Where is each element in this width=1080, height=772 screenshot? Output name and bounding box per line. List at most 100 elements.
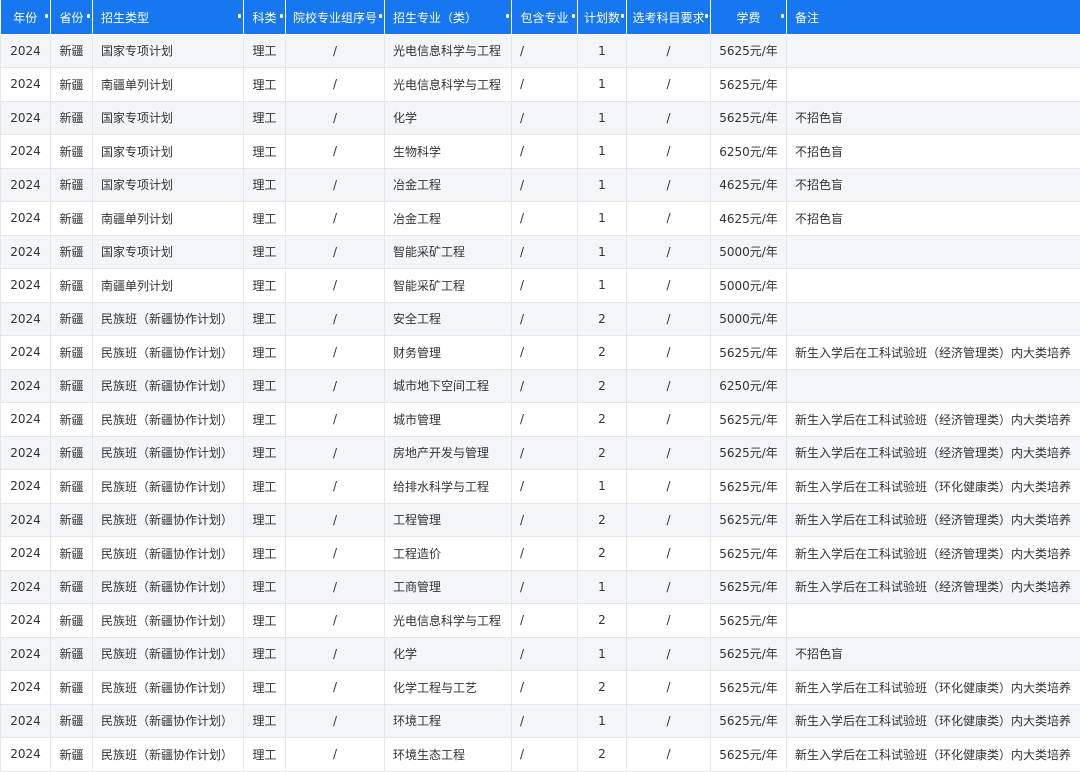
table-row[interactable]: 2024新疆民族班（新疆协作计划）理工/城市管理/2/5625元/年新生入学后在… — [1, 403, 1080, 437]
remarks-cell: 新生入学后在工科试验班（经济管理类）内大类培养 — [787, 537, 1080, 571]
subject-requirement-cell: / — [627, 302, 711, 336]
major-cell: 冶金工程 — [385, 202, 512, 236]
column-header-plan-count[interactable]: 计划数 — [578, 0, 627, 34]
table-row[interactable]: 2024新疆民族班（新疆协作计划）理工/工程管理/2/5625元/年新生入学后在… — [1, 503, 1080, 537]
enrollment-type-cell: 国家专项计划 — [93, 101, 244, 135]
subject-category-cell: 理工 — [244, 369, 286, 403]
plan-count-cell: 2 — [578, 503, 627, 537]
subject-category-cell: 理工 — [244, 302, 286, 336]
column-header-province[interactable]: 省份 — [51, 0, 93, 34]
group-number-cell: / — [286, 336, 385, 370]
subject-requirement-cell: / — [627, 336, 711, 370]
remarks-cell: 不招色盲 — [787, 637, 1080, 671]
tuition-cell: 4625元/年 — [711, 202, 787, 236]
year-cell: 2024 — [1, 369, 51, 403]
subject-requirement-cell: / — [627, 369, 711, 403]
table-row[interactable]: 2024新疆国家专项计划理工/冶金工程/1/4625元/年不招色盲 — [1, 168, 1080, 202]
table-row[interactable]: 2024新疆民族班（新疆协作计划）理工/给排水科学与工程/1/5625元/年新生… — [1, 470, 1080, 504]
table-row[interactable]: 2024新疆民族班（新疆协作计划）理工/工程造价/2/5625元/年新生入学后在… — [1, 537, 1080, 571]
tuition-cell: 5625元/年 — [711, 68, 787, 102]
included-majors-cell: / — [512, 34, 578, 68]
table-row[interactable]: 2024新疆民族班（新疆协作计划）理工/化学工程与工艺/2/5625元/年新生入… — [1, 671, 1080, 705]
column-header-included-majors[interactable]: 包含专业 — [512, 0, 578, 34]
table-row[interactable]: 2024新疆民族班（新疆协作计划）理工/安全工程/2/5000元/年 — [1, 302, 1080, 336]
group-number-cell: / — [286, 269, 385, 303]
table-row[interactable]: 2024新疆民族班（新疆协作计划）理工/光电信息科学与工程/2/5625元/年 — [1, 604, 1080, 638]
sort-icon[interactable] — [45, 14, 48, 18]
enrollment-type-cell: 民族班（新疆协作计划） — [93, 738, 244, 772]
column-header-subject-requirement[interactable]: 选考科目要求 — [627, 0, 711, 34]
plan-count-cell: 1 — [578, 101, 627, 135]
group-number-cell: / — [286, 34, 385, 68]
column-header-subject-category[interactable]: 科类 — [244, 0, 286, 34]
table-row[interactable]: 2024新疆国家专项计划理工/光电信息科学与工程/1/5625元/年 — [1, 34, 1080, 68]
tuition-cell: 5625元/年 — [711, 738, 787, 772]
included-majors-cell: / — [512, 537, 578, 571]
table-row[interactable]: 2024新疆民族班（新疆协作计划）理工/化学/1/5625元/年不招色盲 — [1, 637, 1080, 671]
group-number-cell: / — [286, 503, 385, 537]
tuition-cell: 5625元/年 — [711, 704, 787, 738]
sort-icon[interactable] — [621, 14, 624, 18]
enrollment-type-cell: 民族班（新疆协作计划） — [93, 503, 244, 537]
subject-category-cell: 理工 — [244, 436, 286, 470]
subject-category-cell: 理工 — [244, 604, 286, 638]
table-row[interactable]: 2024新疆南疆单列计划理工/光电信息科学与工程/1/5625元/年 — [1, 68, 1080, 102]
column-header-remarks[interactable]: 备注 — [787, 0, 1080, 34]
remarks-cell: 新生入学后在工科试验班（环化健康类）内大类培养 — [787, 704, 1080, 738]
plan-count-cell: 2 — [578, 336, 627, 370]
included-majors-cell: / — [512, 168, 578, 202]
sort-icon[interactable] — [506, 14, 509, 18]
sort-icon[interactable] — [781, 14, 784, 18]
group-number-cell: / — [286, 135, 385, 169]
year-cell: 2024 — [1, 101, 51, 135]
remarks-cell — [787, 34, 1080, 68]
sort-icon[interactable] — [572, 14, 575, 18]
remarks-cell: 新生入学后在工科试验班（经济管理类）内大类培养 — [787, 403, 1080, 437]
column-header-tuition[interactable]: 学费 — [711, 0, 787, 34]
table-row[interactable]: 2024新疆南疆单列计划理工/智能采矿工程/1/5000元/年 — [1, 269, 1080, 303]
remarks-cell: 新生入学后在工科试验班（经济管理类）内大类培养 — [787, 503, 1080, 537]
table-row[interactable]: 2024新疆民族班（新疆协作计划）理工/房地产开发与管理/2/5625元/年新生… — [1, 436, 1080, 470]
group-number-cell: / — [286, 403, 385, 437]
column-header-year[interactable]: 年份 — [1, 0, 51, 34]
sort-icon[interactable] — [238, 14, 241, 18]
plan-count-cell: 1 — [578, 269, 627, 303]
tuition-cell: 5625元/年 — [711, 637, 787, 671]
major-cell: 智能采矿工程 — [385, 235, 512, 269]
enrollment-type-cell: 民族班（新疆协作计划） — [93, 436, 244, 470]
included-majors-cell: / — [512, 604, 578, 638]
table-row[interactable]: 2024新疆民族班（新疆协作计划）理工/环境生态工程/2/5625元/年新生入学… — [1, 738, 1080, 772]
table-row[interactable]: 2024新疆国家专项计划理工/生物科学/1/6250元/年不招色盲 — [1, 135, 1080, 169]
table-row[interactable]: 2024新疆国家专项计划理工/化学/1/5625元/年不招色盲 — [1, 101, 1080, 135]
sort-icon[interactable] — [87, 14, 90, 18]
column-header-group-number[interactable]: 院校专业组序号 — [286, 0, 385, 34]
province-cell: 新疆 — [51, 570, 93, 604]
sort-icon[interactable] — [379, 14, 382, 18]
province-cell: 新疆 — [51, 738, 93, 772]
table-row[interactable]: 2024新疆民族班（新疆协作计划）理工/城市地下空间工程/2/6250元/年 — [1, 369, 1080, 403]
subject-requirement-cell: / — [627, 570, 711, 604]
column-header-major[interactable]: 招生专业（类） — [385, 0, 512, 34]
province-cell: 新疆 — [51, 202, 93, 236]
year-cell: 2024 — [1, 738, 51, 772]
tuition-cell: 5625元/年 — [711, 34, 787, 68]
major-cell: 安全工程 — [385, 302, 512, 336]
year-cell: 2024 — [1, 604, 51, 638]
enrollment-type-cell: 民族班（新疆协作计划） — [93, 671, 244, 705]
sort-icon[interactable] — [705, 14, 708, 18]
group-number-cell: / — [286, 235, 385, 269]
remarks-cell: 新生入学后在工科试验班（环化健康类）内大类培养 — [787, 738, 1080, 772]
table-row[interactable]: 2024新疆民族班（新疆协作计划）理工/环境工程/1/5625元/年新生入学后在… — [1, 704, 1080, 738]
major-cell: 房地产开发与管理 — [385, 436, 512, 470]
table-row[interactable]: 2024新疆国家专项计划理工/智能采矿工程/1/5000元/年 — [1, 235, 1080, 269]
column-header-enrollment-type[interactable]: 招生类型 — [93, 0, 244, 34]
group-number-cell: / — [286, 704, 385, 738]
plan-count-cell: 1 — [578, 570, 627, 604]
sort-icon[interactable] — [280, 14, 283, 18]
table-row[interactable]: 2024新疆南疆单列计划理工/冶金工程/1/4625元/年不招色盲 — [1, 202, 1080, 236]
province-cell: 新疆 — [51, 302, 93, 336]
table-row[interactable]: 2024新疆民族班（新疆协作计划）理工/财务管理/2/5625元/年新生入学后在… — [1, 336, 1080, 370]
group-number-cell: / — [286, 671, 385, 705]
major-cell: 冶金工程 — [385, 168, 512, 202]
table-row[interactable]: 2024新疆民族班（新疆协作计划）理工/工商管理/1/5625元/年新生入学后在… — [1, 570, 1080, 604]
